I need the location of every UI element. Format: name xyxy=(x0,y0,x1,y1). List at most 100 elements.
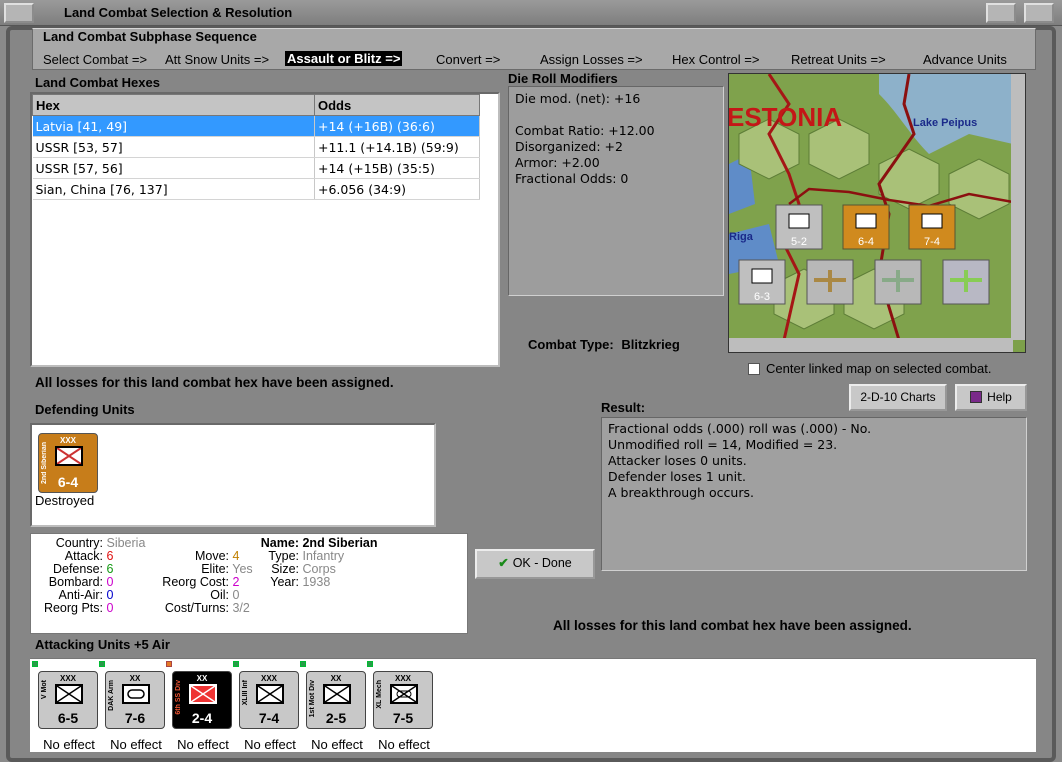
map-label-country: ESTONIA xyxy=(729,102,842,132)
attacker-unit[interactable]: XX DAK Arm 7-6 No effect xyxy=(99,661,167,752)
map-unit-counter[interactable]: 6-4 xyxy=(842,204,890,250)
map-vertical-scrollbar[interactable] xyxy=(1011,74,1025,340)
attacker-counter[interactable]: XX 1st Mot Div 2-5 xyxy=(306,671,366,729)
reorgcost-label: Reorg Cost: xyxy=(162,575,229,589)
table-row[interactable]: Sian, China [76, 137] +6.056 (34:9) xyxy=(32,178,480,200)
attacker-unit[interactable]: XXX V Mot 6-5 No effect xyxy=(32,661,100,752)
unit-strength: 7-4 xyxy=(258,710,280,726)
system-menu-button[interactable] xyxy=(4,3,34,23)
attacker-counter[interactable]: XXX XL Mech 7-5 xyxy=(373,671,433,729)
drm-armor: Armor: +2.00 xyxy=(515,155,600,170)
attacker-counter[interactable]: XX DAK Arm 7-6 xyxy=(105,671,165,729)
attacking-units-list: XXX V Mot 6-5 No effect XX DAK Arm 7-6 N… xyxy=(30,658,1036,752)
type-value: Infantry xyxy=(302,549,345,563)
map-horizontal-scrollbar[interactable] xyxy=(729,338,1013,352)
drm-net: Die mod. (net): +16 xyxy=(515,91,641,106)
die-roll-modifiers-panel: Die mod. (net): +16 Combat Ratio: +12.00… xyxy=(508,86,724,296)
reorgpts-label: Reorg Pts: xyxy=(43,601,103,615)
attack-value: 6 xyxy=(106,549,114,563)
unit-strength: 6-4 xyxy=(57,474,79,490)
reorgcost-value: 2 xyxy=(232,575,240,589)
table-row[interactable]: USSR [57, 56] +14 (+15B) (35:5) xyxy=(32,157,480,179)
unit-side-label: V Mot xyxy=(41,680,48,700)
table-row[interactable]: Latvia [41, 49] +14 (+16B) (36:6) xyxy=(32,115,480,137)
reorgpts-value: 0 xyxy=(106,601,114,615)
map-unit-counter[interactable]: 7-4 xyxy=(908,204,956,250)
result-line: Fractional odds (.000) roll was (.000) -… xyxy=(608,421,872,436)
subphase-heading: Land Combat Subphase Sequence xyxy=(43,29,257,44)
attacker-unit[interactable]: XX 1st Mot Div 2-5 No effect xyxy=(300,661,368,752)
defender-status: Destroyed xyxy=(35,493,95,508)
unit-side-label: DAK Arm xyxy=(108,680,115,711)
map-label-city: Riga xyxy=(729,231,754,243)
charts-button[interactable]: 2-D-10 Charts xyxy=(849,384,947,411)
map-label-lake: Lake Peipus xyxy=(913,117,977,129)
linked-map[interactable]: ESTONIA Lake Peipus Riga 5-2 6-4 7-4 6-3 xyxy=(728,73,1026,353)
status-dot xyxy=(166,661,172,667)
ok-done-button[interactable]: ✔ OK - Done xyxy=(475,549,595,579)
attacker-counter[interactable]: XXX V Mot 6-5 xyxy=(38,671,98,729)
attacker-effect: No effect xyxy=(177,737,229,752)
status-dot xyxy=(32,661,38,667)
bombard-value: 0 xyxy=(106,575,114,589)
oil-label: Oil: xyxy=(210,588,229,602)
hex-cell: USSR [53, 57] xyxy=(32,136,315,158)
close-button[interactable] xyxy=(1024,3,1054,23)
losses-note-top: All losses for this land combat hex have… xyxy=(35,375,394,390)
drm-disorganized: Disorganized: +2 xyxy=(515,139,623,154)
attacker-counter[interactable]: XXX XLIII Inf 7-4 xyxy=(239,671,299,729)
column-odds[interactable]: Odds xyxy=(314,94,480,116)
attacker-unit[interactable]: XX 6th SS Div 2-4 No effect xyxy=(166,661,234,752)
size-label: Size: xyxy=(271,562,299,576)
unit-strength: 7-6 xyxy=(124,710,146,726)
result-line: Defender loses 1 unit. xyxy=(608,469,746,484)
motorized-icon xyxy=(323,684,351,704)
country-value: Siberia xyxy=(106,536,146,550)
hex-cell: USSR [57, 56] xyxy=(32,157,315,179)
center-map-option[interactable]: Center linked map on selected combat. xyxy=(748,361,991,376)
name-label: Name: xyxy=(260,536,299,550)
result-line: A breakthrough occurs. xyxy=(608,485,754,500)
result-heading: Result: xyxy=(601,400,646,415)
motorized-icon xyxy=(55,684,83,704)
size-value: Corps xyxy=(302,562,336,576)
center-map-checkbox[interactable] xyxy=(748,363,760,375)
oil-value: 0 xyxy=(232,588,240,602)
name-value: 2nd Siberian xyxy=(302,536,378,550)
combat-type-value: Blitzkrieg xyxy=(621,337,680,352)
map-canvas: ESTONIA Lake Peipus Riga 5-2 6-4 7-4 6-3 xyxy=(729,74,1014,341)
drm-combat-ratio: Combat Ratio: +12.00 xyxy=(515,123,655,138)
attacker-counter-selected[interactable]: XX 6th SS Div 2-4 xyxy=(172,671,232,729)
unit-strength: 7-5 xyxy=(392,710,414,726)
type-label: Type: xyxy=(268,549,299,563)
column-hex[interactable]: Hex xyxy=(32,94,315,116)
hex-cell: Latvia [41, 49] xyxy=(32,115,315,137)
odds-cell: +6.056 (34:9) xyxy=(314,178,480,200)
map-unit-str: 7-4 xyxy=(924,236,940,248)
attacker-unit[interactable]: XXX XL Mech 7-5 No effect xyxy=(367,661,435,752)
unit-info-panel: Country: Siberia Attack: 6 Defense: 6 Bo… xyxy=(30,533,468,634)
help-button[interactable]: Help xyxy=(955,384,1027,411)
table-row[interactable]: USSR [53, 57] +11.1 (+14.1B) (59:9) xyxy=(32,136,480,158)
hexes-heading: Land Combat Hexes xyxy=(35,75,160,90)
step-att-snow-units: Att Snow Units => xyxy=(165,52,270,67)
odds-cell: +14 (+15B) (35:5) xyxy=(314,157,480,179)
step-assign-losses: Assign Losses => xyxy=(540,52,643,67)
map-unit-str: 6-3 xyxy=(754,291,770,303)
map-unit-counter[interactable]: 6-3 xyxy=(738,259,786,305)
attack-label: Attack: xyxy=(64,549,103,563)
map-air-unit[interactable] xyxy=(806,259,854,305)
map-air-unit[interactable] xyxy=(942,259,990,305)
move-value: 4 xyxy=(232,549,240,563)
status-dot xyxy=(233,661,239,667)
map-unit-counter[interactable]: 5-2 xyxy=(775,204,823,250)
minimize-button[interactable] xyxy=(986,3,1016,23)
attacker-effect: No effect xyxy=(244,737,296,752)
combat-hexes-list[interactable]: Hex Odds Latvia [41, 49] +14 (+16B) (36:… xyxy=(30,92,500,367)
status-dot xyxy=(300,661,306,667)
attacker-unit[interactable]: XXX XLIII Inf 7-4 No effect xyxy=(233,661,301,752)
unit-strength: 2-4 xyxy=(191,710,213,726)
defender-counter[interactable]: XXX 2nd Siberian 6-4 xyxy=(38,433,98,493)
step-retreat-units: Retreat Units => xyxy=(791,52,886,67)
map-air-unit[interactable] xyxy=(874,259,922,305)
